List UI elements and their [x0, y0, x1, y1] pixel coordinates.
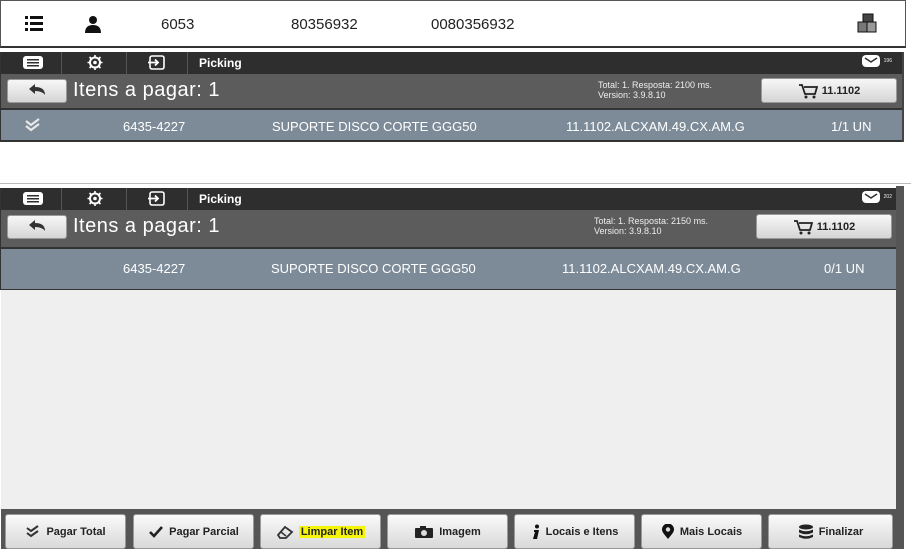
menu-icon[interactable]: [19, 190, 47, 207]
info-icon: [532, 524, 539, 539]
pagar-parcial-button[interactable]: Pagar Parcial: [133, 514, 254, 549]
info-field-2: 80356932: [291, 16, 358, 33]
footer-bar: Pagar Total Pagar Parcial Limpar Item Im…: [1, 509, 896, 549]
item-description: SUPORTE DISCO CORTE GGG50: [272, 119, 477, 134]
pagar-parcial-label: Pagar Parcial: [169, 525, 239, 538]
item-code: 6435-4227: [123, 261, 186, 276]
mail-button[interactable]: 202: [861, 190, 892, 204]
cart-button[interactable]: 11.1102: [761, 78, 897, 103]
info-bar: 6053 80356932 0080356932: [0, 0, 906, 48]
stats-line-2: Version: 3.9.8.10: [594, 226, 662, 236]
login-icon[interactable]: [143, 190, 171, 207]
login-icon[interactable]: [143, 54, 171, 71]
locais-e-itens-button[interactable]: Locais e Itens: [514, 514, 635, 549]
item-description: SUPORTE DISCO CORTE GGG50: [271, 261, 476, 276]
settings-icon[interactable]: [81, 54, 109, 71]
pagar-total-label: Pagar Total: [46, 525, 106, 538]
menu-icon[interactable]: [19, 54, 47, 71]
list-area: [1, 290, 896, 509]
mail-icon: [861, 191, 880, 203]
divider: [0, 183, 911, 184]
double-check-icon: [23, 117, 43, 136]
finalizar-button[interactable]: Finalizar: [768, 514, 893, 549]
page-title: Itens a pagar: 1: [73, 215, 220, 237]
toolbar-top: Picking 196: [1, 52, 902, 74]
mais-locais-label: Mais Locais: [679, 525, 743, 538]
item-location: 11.1102.ALCXAM.49.CX.AM.G: [562, 261, 741, 276]
stats-line-1: Total: 1. Resposta: 2150 ms.: [594, 216, 709, 226]
list-icon[interactable]: [25, 14, 43, 36]
picking-panel-top: Picking 196 Itens a pagar: 1 Total: 1. R…: [0, 52, 904, 142]
back-arrow-icon: [29, 84, 45, 95]
item-location: 11.1102.ALCXAM.49.CX.AM.G: [566, 119, 745, 134]
mais-locais-button[interactable]: Mais Locais: [641, 514, 762, 549]
picking-panel-bottom: Picking 202 Itens a pagar: 1 Total: 1. R…: [0, 188, 904, 290]
item-code: 6435-4227: [123, 119, 186, 134]
locais-e-itens-label: Locais e Itens: [545, 525, 619, 538]
mail-count: 196: [883, 58, 892, 64]
table-row[interactable]: 6435-4227 SUPORTE DISCO CORTE GGG50 11.1…: [1, 247, 902, 290]
map-pin-icon: [661, 523, 674, 539]
user-icon[interactable]: [84, 15, 102, 37]
cart-label: 11.1102: [821, 84, 861, 97]
mail-button[interactable]: 196: [861, 54, 892, 68]
mail-count: 202: [883, 194, 892, 200]
stats-info: Total: 1. Resposta: 2100 ms. Version: 3.…: [598, 80, 712, 100]
item-qty: 1/1 UN: [831, 119, 872, 134]
limpar-item-label: Limpar Item: [298, 525, 366, 538]
stats-info: Total: 1. Resposta: 2150 ms. Version: 3.…: [594, 216, 708, 236]
item-qty: 0/1 UN: [824, 261, 865, 276]
page-title: Itens a pagar: 1: [73, 79, 220, 101]
eraser-icon: [276, 525, 294, 539]
pagar-total-button[interactable]: Pagar Total: [5, 514, 126, 549]
settings-icon[interactable]: [81, 190, 109, 207]
cart-icon: [793, 219, 813, 234]
back-button[interactable]: [7, 215, 67, 239]
header-bottom: Itens a pagar: 1 Total: 1. Resposta: 215…: [1, 210, 902, 247]
database-icon: [798, 524, 813, 539]
info-field-3: 0080356932: [431, 16, 515, 33]
cart-button[interactable]: 11.1102: [756, 214, 892, 239]
imagem-button[interactable]: Imagem: [387, 514, 508, 549]
back-arrow-icon: [29, 220, 45, 231]
camera-icon: [415, 525, 434, 538]
boxes-icon[interactable]: [856, 13, 878, 39]
limpar-item-button[interactable]: Limpar Item: [260, 514, 381, 549]
back-button[interactable]: [7, 79, 67, 103]
toolbar-label: Picking: [199, 192, 242, 206]
info-field-1: 6053: [161, 16, 195, 33]
header-top: Itens a pagar: 1 Total: 1. Resposta: 210…: [1, 74, 902, 108]
check-icon: [149, 525, 164, 538]
table-row[interactable]: 6435-4227 SUPORTE DISCO CORTE GGG50 11.1…: [1, 108, 902, 142]
finalizar-label: Finalizar: [818, 525, 864, 538]
cart-icon: [798, 83, 818, 98]
mail-icon: [861, 55, 880, 67]
double-check-icon: [26, 524, 40, 537]
toolbar-bottom: Picking 202: [1, 188, 902, 210]
stats-line-1: Total: 1. Resposta: 2100 ms.: [598, 80, 713, 90]
toolbar-label: Picking: [199, 56, 242, 70]
cart-label: 11.1102: [816, 220, 856, 233]
scrollbar[interactable]: [896, 186, 904, 549]
stats-line-2: Version: 3.9.8.10: [598, 90, 666, 100]
imagem-label: Imagem: [439, 525, 481, 538]
